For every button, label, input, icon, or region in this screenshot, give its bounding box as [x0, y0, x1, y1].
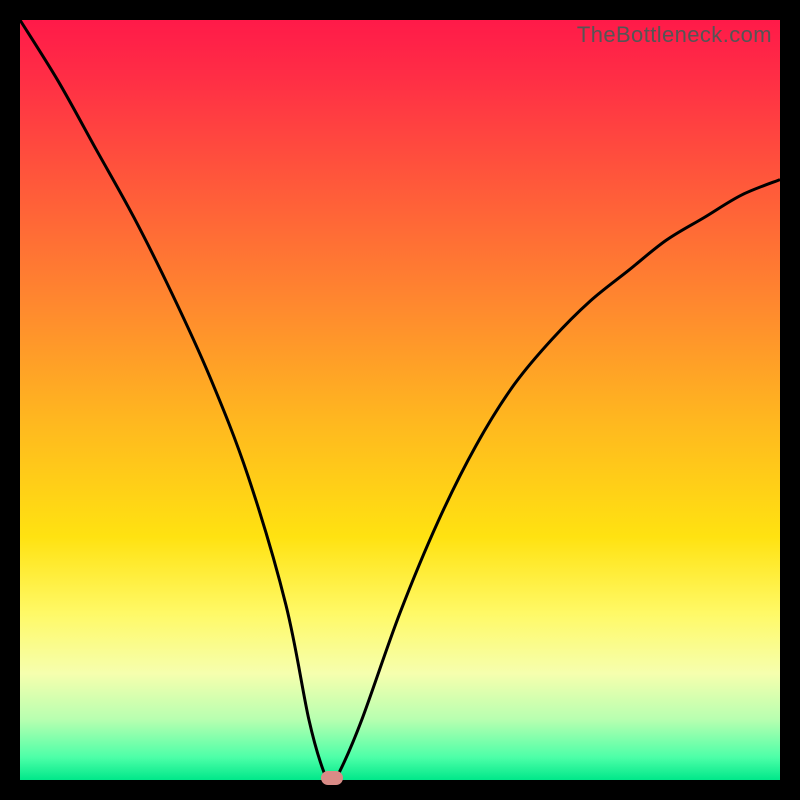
bottleneck-curve-path [20, 20, 780, 780]
optimal-marker [321, 771, 343, 785]
bottleneck-curve [20, 20, 780, 780]
chart-frame: TheBottleneck.com [20, 20, 780, 780]
